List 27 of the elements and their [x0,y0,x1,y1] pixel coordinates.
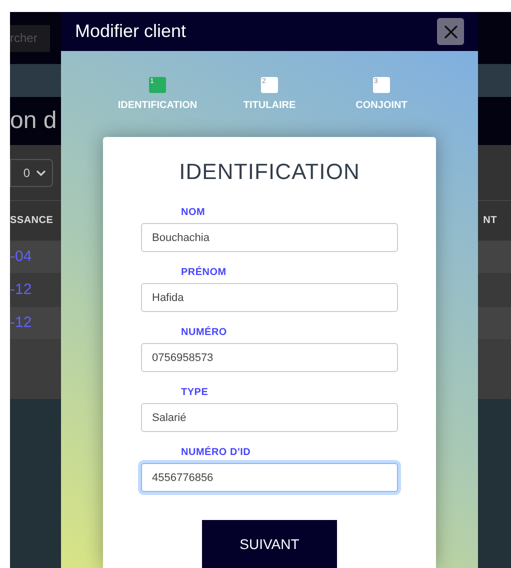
card-title: IDENTIFICATION [179,158,360,186]
field-label: NUMÉRO [181,328,228,340]
next-button[interactable]: SUIVANT [202,520,337,568]
field-label: PRÉNOM [181,268,228,280]
field-label: NOM [181,208,206,220]
input-field[interactable]: 4556776856 [141,463,398,492]
step-label: IDENTIFICATION [118,99,198,113]
table-cell-text: -12 [10,312,32,333]
chevron-down-icon [36,170,46,176]
modal-title: Modifier client [75,20,186,43]
page-size-select[interactable]: 0 [10,158,53,186]
column-header[interactable]: SSANCE [10,213,54,228]
search-field[interactable]: rcher [10,24,50,52]
close-icon [444,24,458,38]
field-label: TYPE [181,388,210,400]
table-cell-text: -12 [10,280,32,300]
page-heading: on d [10,109,57,133]
input-field[interactable]: Salarié [141,403,398,432]
step-label: TITULAIRE [243,99,296,113]
column-header[interactable]: NT [483,213,511,228]
input-field[interactable]: Hafida [141,283,398,312]
input-field[interactable]: Bouchachia [141,223,398,252]
field-label: NUMÉRO D'ID [181,448,252,460]
close-button[interactable] [437,18,464,45]
step-label: CONJOINT [356,99,408,113]
input-field[interactable]: 0756958573 [141,343,398,372]
table-cell-text: -04 [10,246,32,267]
